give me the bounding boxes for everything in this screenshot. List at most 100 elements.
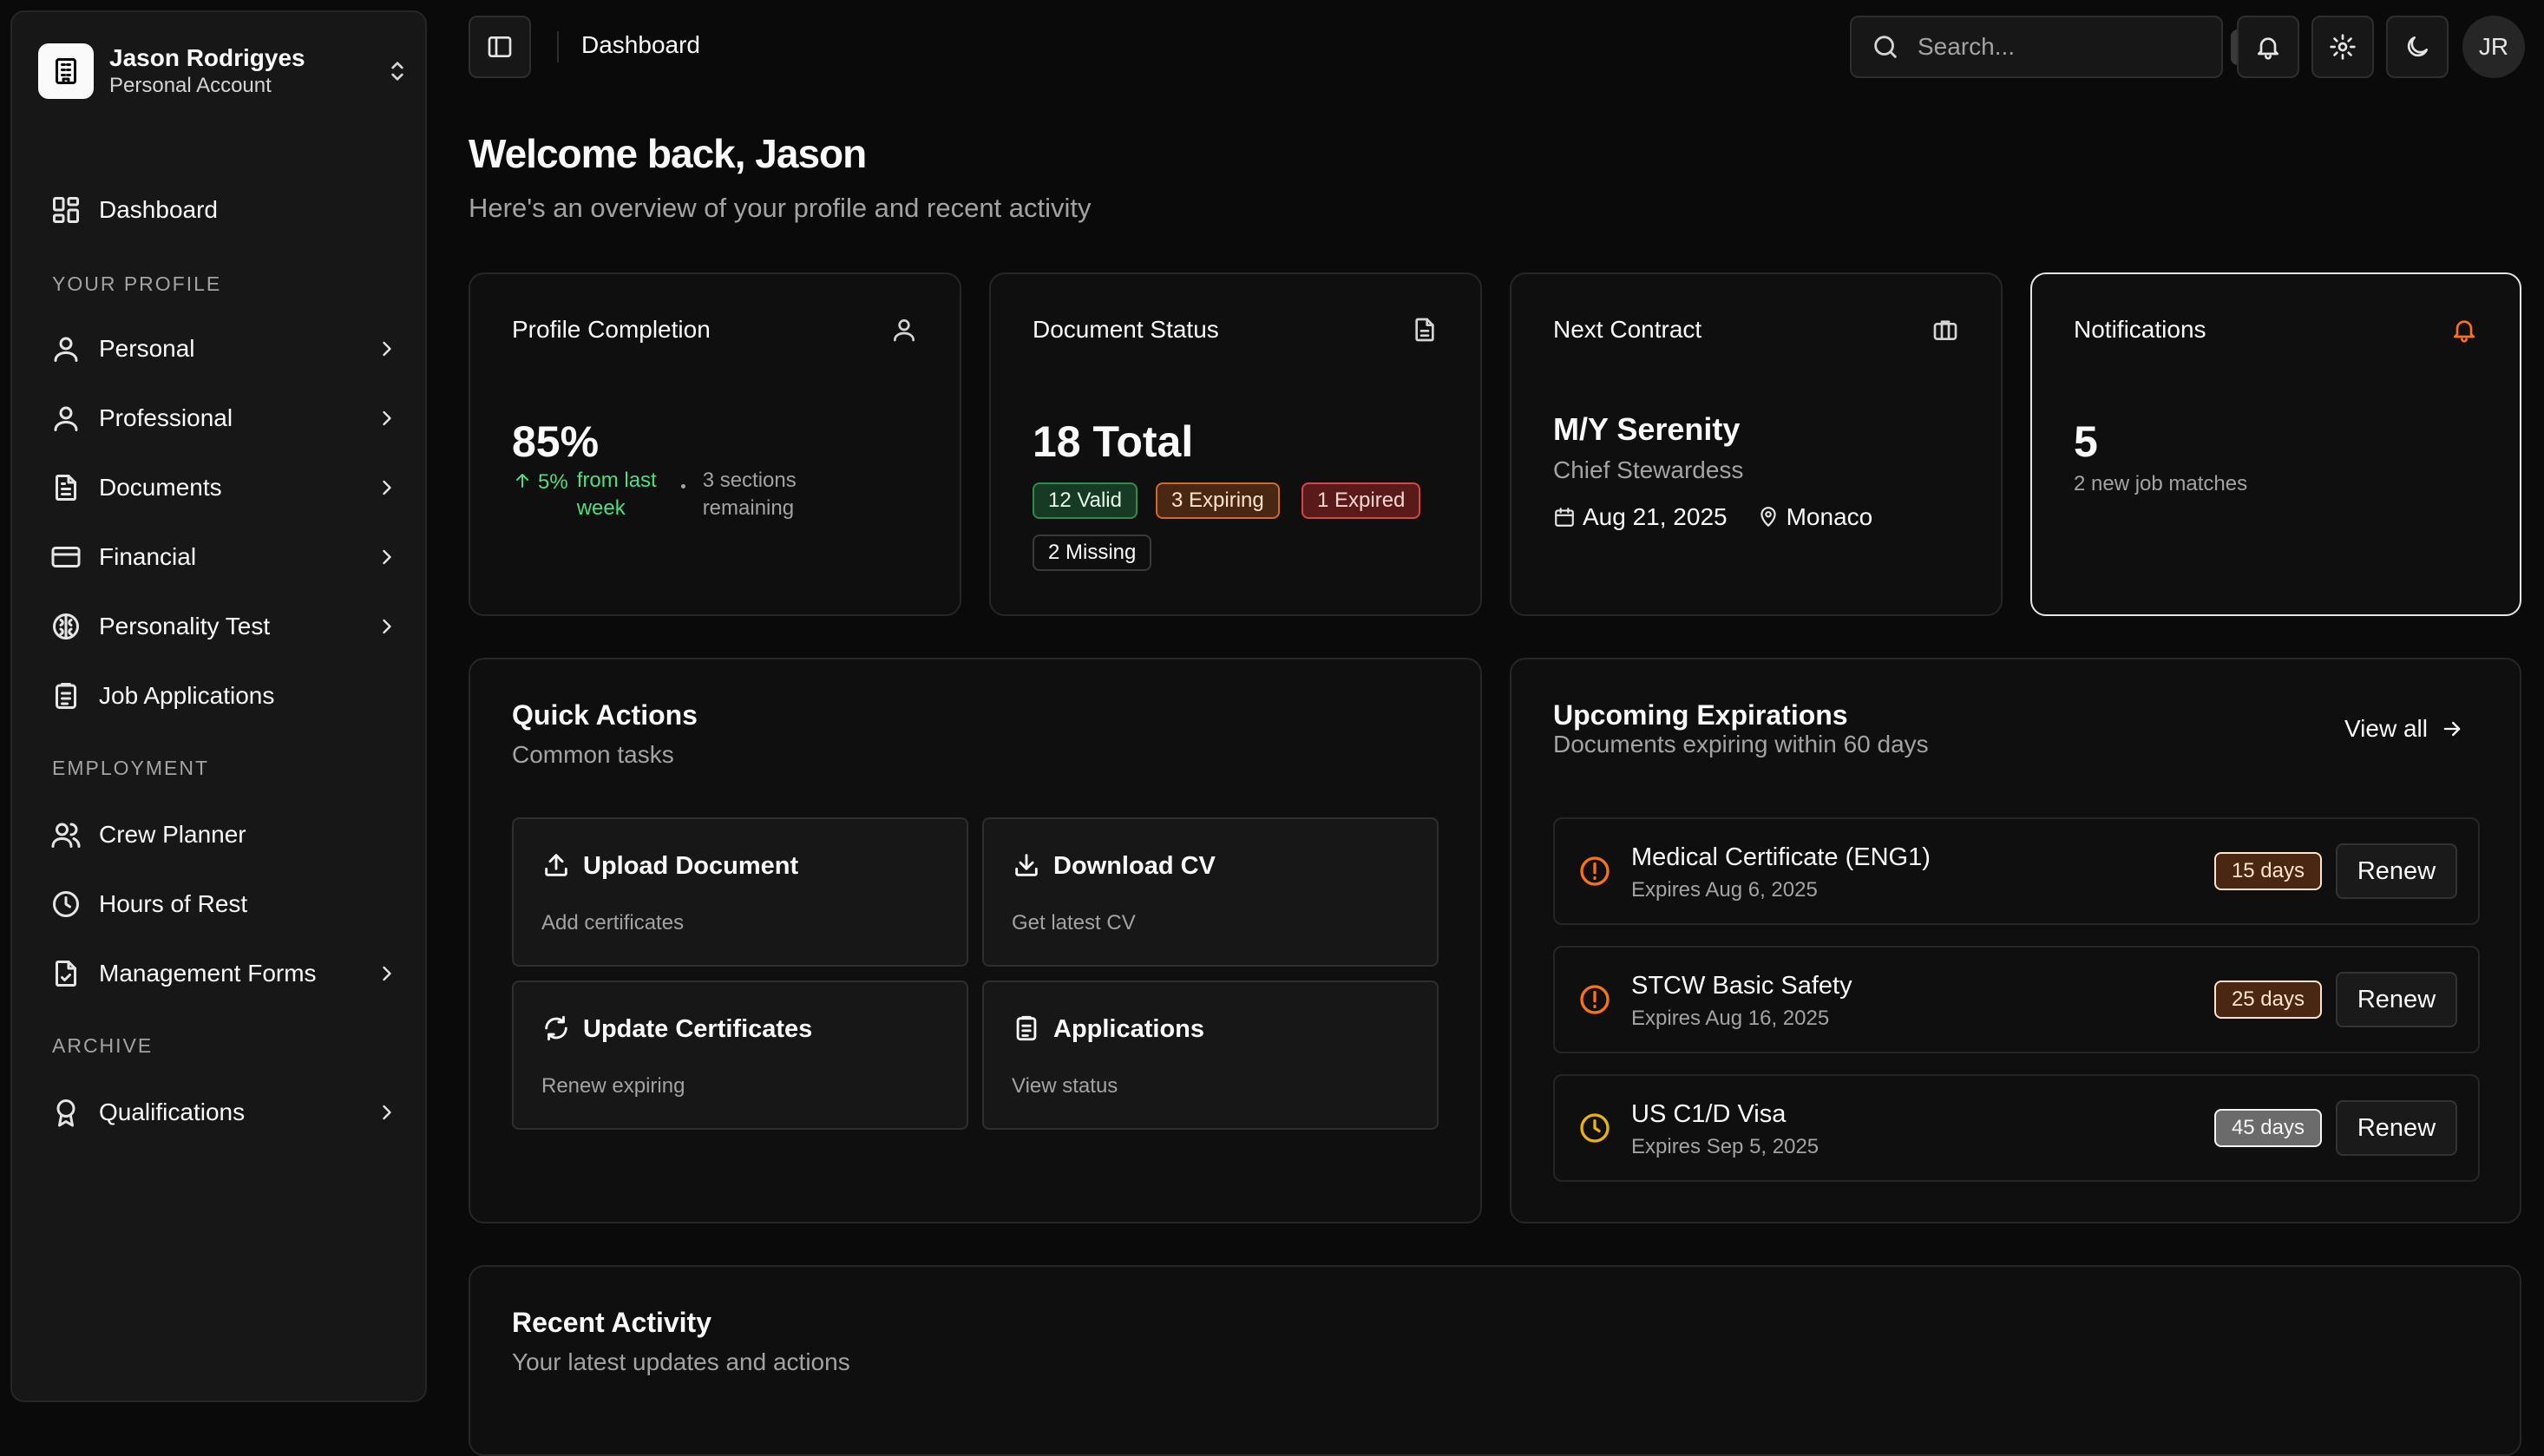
action-title: Update Certificates [583,1015,813,1043]
sidebar-toggle-button[interactable] [469,16,531,78]
badge-expiring[interactable]: 3 Expiring [1156,482,1280,519]
account-switcher[interactable]: Jason Rodrigyes Personal Account [38,31,411,111]
notifications-button[interactable] [2237,16,2299,78]
notification-summary: 2 new job matches [2074,472,2248,495]
section-title: Recent Activity [512,1307,711,1338]
gear-icon [2329,33,2357,61]
document-name: Medical Certificate (ENG1) [1631,843,1931,871]
trend-text: from last week [576,469,657,520]
clipboard-icon [1012,1013,1041,1043]
chevrons-up-down-icon [384,57,411,85]
document-name: STCW Basic Safety [1631,972,1852,1000]
chevron-right-icon [375,337,399,361]
upload-document-button[interactable]: Upload Document Add certificates [512,817,968,967]
sidebar-item-label: Crew Planner [99,821,246,848]
expiration-row: Medical Certificate (ENG1) Expires Aug 6… [1553,817,2480,925]
section-label-archive: ARCHIVE [52,1034,154,1057]
section-subtitle: Documents expiring within 60 days [1553,731,1929,758]
header-divider [557,31,559,62]
chevron-right-icon [375,961,399,986]
clipboard-icon [50,680,82,712]
sidebar-item-management-forms[interactable]: Management Forms [38,946,411,1001]
section-subtitle: Common tasks [512,741,674,768]
renew-button[interactable]: Renew [2336,843,2457,899]
sidebar-item-professional[interactable]: Professional [38,390,411,446]
card-title: Profile Completion [512,316,711,343]
file-check-icon [50,958,82,989]
sidebar-item-hours-of-rest[interactable]: Hours of Rest [38,876,411,932]
renew-button[interactable]: Renew [2336,1100,2457,1156]
page-subtitle: Here's an overview of your profile and r… [469,193,1092,223]
contract-vessel: M/Y Serenity [1553,411,1741,447]
sidebar-item-label: Dashboard [99,196,218,223]
section-subtitle: Your latest updates and actions [512,1348,850,1375]
sidebar-item-label: Qualifications [99,1099,246,1125]
sidebar-item-personal[interactable]: Personal [38,321,411,377]
badge-valid[interactable]: 12 Valid [1033,482,1138,519]
renew-button[interactable]: Renew [2336,972,2457,1027]
chevron-right-icon [375,545,399,569]
applications-button[interactable]: Applications View status [982,981,1439,1130]
action-subtitle: Get latest CV [1012,911,1136,935]
download-icon [1012,850,1041,880]
upload-icon [541,850,571,880]
sidebar-item-documents[interactable]: Documents [38,460,411,515]
search-box[interactable]: ⌘k [1850,16,2279,78]
separator-dot [680,484,685,489]
card-title: Document Status [1033,316,1219,343]
section-title: Quick Actions [512,699,698,731]
view-all-link[interactable]: View all [2344,715,2464,743]
expiration-row: STCW Basic Safety Expires Aug 16, 2025 2… [1553,946,2480,1053]
moon-icon [2403,33,2431,61]
panel-left-icon [486,33,514,61]
action-subtitle: View status [1012,1074,1118,1098]
profile-completion-card: Profile Completion 85% 5% from last week… [469,272,961,616]
avatar[interactable]: JR [2462,16,2525,78]
alert-circle-icon [1577,982,1612,1017]
account-name: Jason Rodrigyes [109,44,305,71]
next-contract-card: Next Contract M/Y Serenity Chief Steward… [1510,272,2003,616]
sidebar-item-crew-planner[interactable]: Crew Planner [38,807,411,862]
notification-count: 5 [2074,417,2098,466]
alert-circle-icon [1577,854,1612,889]
notifications-card[interactable]: Notifications 5 2 new job matches [2030,272,2521,616]
search-input[interactable] [1918,33,2231,61]
view-all-label: View all [2344,715,2428,742]
expiry-date: Expires Aug 16, 2025 [1631,1007,1830,1030]
sidebar-item-label: Hours of Rest [99,890,248,917]
days-remaining-badge: 15 days [2213,852,2322,890]
award-icon [50,1097,82,1128]
document-name: US C1/D Visa [1631,1100,1787,1128]
sidebar-item-qualifications[interactable]: Qualifications [38,1085,411,1140]
badge-missing[interactable]: 2 Missing [1033,535,1152,571]
briefcase-icon [1931,316,1959,344]
breadcrumb: Dashboard [581,31,700,58]
bell-icon [2450,316,2478,344]
update-certificates-button[interactable]: Update Certificates Renew expiring [512,981,968,1130]
sidebar-item-personality-test[interactable]: Personality Test [38,599,411,654]
expiration-row: US C1/D Visa Expires Sep 5, 2025 45 days… [1553,1074,2480,1182]
action-title: Applications [1053,1015,1205,1043]
sidebar-item-dashboard[interactable]: Dashboard [38,182,411,238]
sidebar-item-label: Financial [99,543,197,570]
expiry-date: Expires Aug 6, 2025 [1631,878,1818,902]
contract-location: Monaco [1786,503,1873,530]
action-title: Upload Document [583,852,799,880]
sidebar-item-label: Personality Test [99,613,271,639]
download-cv-button[interactable]: Download CV Get latest CV [982,817,1439,967]
arrow-right-icon [2440,717,2464,741]
sidebar-item-label: Job Applications [99,682,275,709]
sidebar-item-financial[interactable]: Financial [38,529,411,585]
calendar-icon [1553,506,1576,528]
layout-dashboard-icon [50,194,82,226]
contract-date: Aug 21, 2025 [1583,503,1728,530]
settings-button[interactable] [2311,16,2374,78]
credit-card-icon [50,541,82,573]
badge-expired[interactable]: 1 Expired [1302,482,1421,519]
trend-percent: 5% [538,470,568,494]
file-text-icon [50,472,82,503]
sidebar-item-job-applications[interactable]: Job Applications [38,668,411,724]
chevron-right-icon [375,406,399,430]
theme-toggle-button[interactable] [2386,16,2449,78]
section-title: Upcoming Expirations [1553,699,1848,731]
